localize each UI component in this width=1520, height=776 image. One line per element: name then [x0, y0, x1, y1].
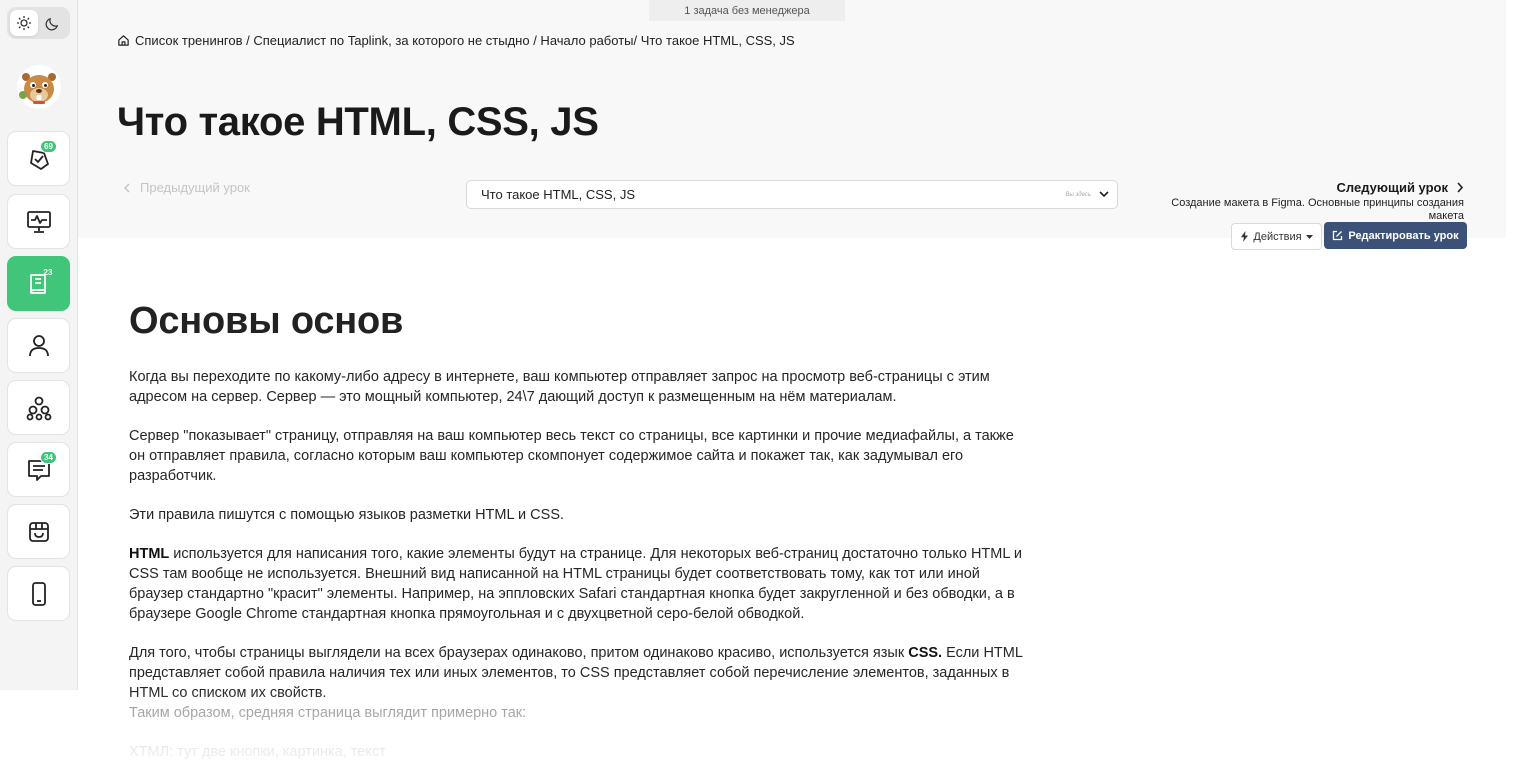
css-term: CSS.	[908, 645, 943, 661]
phone-icon	[31, 581, 46, 606]
team-icon	[26, 396, 51, 420]
sidebar: 69 23 34	[0, 0, 78, 690]
actions-label: Действия	[1253, 230, 1302, 243]
html-term: HTML	[129, 546, 170, 562]
lesson-select-value: Что такое HTML, CSS, JS	[481, 187, 635, 202]
actions-dropdown-button[interactable]: Действия	[1231, 223, 1322, 250]
lesson-select-hint: Вы здесь	[1065, 191, 1091, 198]
paragraph-4-text: используется для написания того, какие э…	[129, 546, 1023, 622]
messages-count-badge: 34	[40, 451, 57, 464]
nav-mobile[interactable]	[7, 566, 70, 621]
edit-lesson-label: Редактировать урок	[1348, 229, 1459, 242]
moon-icon	[45, 17, 58, 30]
prev-lesson-label: Предыдущий урок	[140, 180, 250, 195]
chevron-left-icon	[123, 182, 130, 193]
nav-lessons[interactable]: 23	[7, 256, 70, 311]
tasks-count-badge: 69	[40, 140, 57, 153]
next-lesson-label: Следующий урок	[1336, 180, 1448, 195]
user-icon	[28, 334, 49, 356]
beaver-avatar-icon	[17, 65, 61, 109]
store-icon	[28, 521, 49, 542]
edit-icon	[1333, 230, 1343, 241]
nav-messages[interactable]: 34	[7, 442, 70, 497]
paragraph-5-start: Для того, чтобы страницы выглядели на вс…	[129, 645, 909, 661]
next-lesson-link[interactable]: Следующий урок Создание макета в Figma. …	[1144, 180, 1464, 223]
nav-tasks[interactable]: 69	[7, 131, 70, 186]
nav-profile[interactable]	[7, 318, 70, 373]
chevron-down-icon	[1099, 191, 1109, 198]
lessons-count-badge: 23	[43, 268, 53, 277]
dark-theme-option[interactable]	[38, 10, 66, 36]
theme-toggle[interactable]	[7, 7, 70, 39]
paragraph-1: Когда вы переходите по какому-либо адрес…	[129, 369, 990, 405]
breadcrumb[interactable]: Список тренингов / Специалист по Taplink…	[117, 33, 795, 48]
light-theme-option[interactable]	[10, 10, 38, 36]
paragraph-7: ХТМЛ: тут две кнопки, картинка, текст	[129, 744, 386, 760]
paragraph-2: Сервер "показывает" страницу, отправляя …	[129, 428, 1014, 484]
breadcrumb-text[interactable]: Список тренингов / Специалист по Taplink…	[135, 33, 795, 48]
avatar[interactable]	[17, 65, 61, 109]
paragraph-4: HTML используется для написания того, ка…	[129, 544, 1029, 624]
paragraph-3: Эти правила пишутся с помощью языков раз…	[129, 507, 565, 523]
caret-down-icon	[1305, 234, 1313, 239]
home-icon	[118, 35, 129, 46]
lesson-content: Основы основ Когда вы переходите по како…	[129, 300, 1029, 776]
paragraph-5: Для того, чтобы страницы выглядели на вс…	[129, 643, 1029, 703]
manager-task-tab[interactable]: 1 задача без менеджера	[649, 0, 845, 21]
sun-icon	[17, 16, 31, 30]
edit-lesson-button[interactable]: Редактировать урок	[1324, 222, 1467, 249]
nav-team[interactable]	[7, 380, 70, 435]
paragraph-6: Таким образом, средняя страница выглядит…	[129, 705, 527, 721]
nav-shop[interactable]	[7, 504, 70, 559]
lightning-icon	[1241, 231, 1249, 242]
content-heading: Основы основ	[129, 300, 404, 342]
page-title: Что такое HTML, CSS, JS	[117, 100, 599, 144]
next-lesson-title: Создание макета в Figma. Основные принци…	[1171, 197, 1464, 222]
prev-lesson-link[interactable]: Предыдущий урок	[123, 180, 250, 195]
lesson-select[interactable]: Что такое HTML, CSS, JS Вы здесь	[466, 180, 1118, 209]
nav-monitor[interactable]	[7, 194, 70, 249]
chevron-right-icon	[1457, 182, 1464, 193]
monitor-icon	[26, 210, 51, 233]
